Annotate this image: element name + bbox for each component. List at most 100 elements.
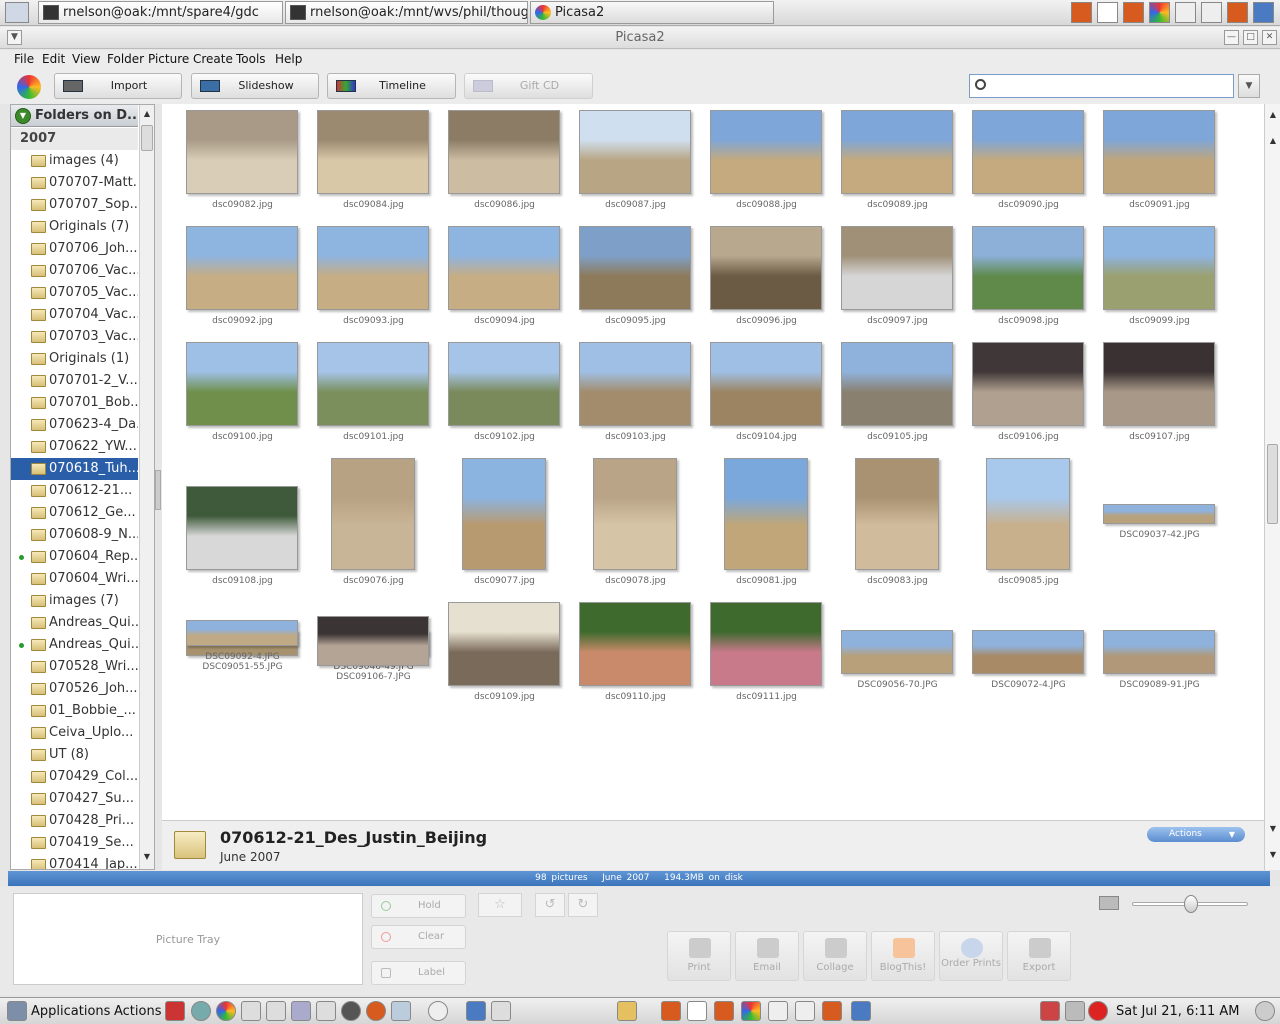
photo-thumbnail[interactable]: [1103, 630, 1215, 674]
photo-thumbnail[interactable]: [841, 226, 953, 310]
panel-splitter-handle[interactable]: [155, 470, 161, 510]
firefox-icon[interactable]: [661, 1001, 681, 1021]
firefox-icon[interactable]: [1071, 2, 1092, 23]
launcher-icon[interactable]: [391, 1001, 411, 1021]
scroll-down-icon[interactable]: ▼: [1267, 822, 1279, 836]
import-button[interactable]: Import: [54, 73, 182, 99]
folder-item[interactable]: 070706_Joh...: [11, 238, 138, 260]
folder-item[interactable]: 070608-9_N...: [11, 524, 138, 546]
export-button[interactable]: Export: [1007, 931, 1071, 981]
tray-icon[interactable]: [1040, 1001, 1060, 1021]
photo-thumbnail[interactable]: [186, 620, 298, 646]
photo-thumbnail[interactable]: [317, 342, 429, 426]
folder-item[interactable]: 070622_YW...: [11, 436, 138, 458]
menu-create[interactable]: Create: [193, 52, 233, 66]
window-list-icon[interactable]: [795, 1001, 815, 1021]
firefox-icon[interactable]: [366, 1001, 386, 1021]
photo-thumbnail[interactable]: [972, 110, 1084, 194]
folder-item[interactable]: 070707-Matt...: [11, 172, 138, 194]
window-list-icon[interactable]: [1201, 2, 1222, 23]
timeline-button[interactable]: Timeline: [327, 73, 456, 99]
rotate-left-button[interactable]: ↺: [535, 893, 565, 917]
photo-thumbnail[interactable]: [972, 630, 1084, 674]
search-input[interactable]: [969, 74, 1234, 98]
folder-item[interactable]: 01_Bobbie_...: [11, 700, 138, 722]
photo-thumbnail[interactable]: [448, 226, 560, 310]
photo-thumbnail[interactable]: [448, 342, 560, 426]
launcher-icon[interactable]: [266, 1001, 286, 1021]
search-dropdown-button[interactable]: ▼: [1238, 74, 1260, 98]
menu-edit[interactable]: Edit: [42, 52, 65, 66]
slider-knob[interactable]: [1184, 895, 1198, 913]
collage-button[interactable]: Collage: [803, 931, 867, 981]
folder-item[interactable]: 070528_Wri...: [11, 656, 138, 678]
photo-thumbnail[interactable]: [317, 226, 429, 310]
scroll-down-icon[interactable]: ▼: [1267, 848, 1279, 862]
folder-item[interactable]: images (4): [11, 150, 138, 172]
task-picasa[interactable]: Picasa2: [530, 1, 774, 24]
photo-thumbnail[interactable]: [1103, 342, 1215, 426]
photo-thumbnail[interactable]: [710, 602, 822, 686]
folder-item[interactable]: 070704_Vac...: [11, 304, 138, 326]
launcher-icon[interactable]: [191, 1001, 211, 1021]
actions-menu[interactable]: Actions: [114, 1004, 162, 1019]
photo-thumbnail[interactable]: [710, 342, 822, 426]
window-menu-icon[interactable]: ▼: [7, 30, 22, 45]
photo-thumbnail[interactable]: [317, 616, 429, 666]
scrollbar-thumb[interactable]: [1267, 444, 1278, 524]
photo-grid-scrollbar[interactable]: ▲ ▲ ▼ ▼: [1264, 104, 1280, 870]
menu-tools[interactable]: Tools: [236, 52, 266, 66]
menu-folder[interactable]: Folder: [107, 52, 144, 66]
photo-thumbnail[interactable]: [710, 226, 822, 310]
clock[interactable]: Sat Jul 21, 6:11 AM: [1116, 1004, 1240, 1019]
menu-picture[interactable]: Picture: [148, 52, 189, 66]
photo-thumbnail[interactable]: [462, 458, 546, 570]
blogthis-button[interactable]: BlogThis!: [871, 931, 935, 981]
gnome-foot-icon[interactable]: [7, 1001, 27, 1021]
folder-item[interactable]: 070526_Joh...: [11, 678, 138, 700]
picasa-icon[interactable]: [216, 1001, 236, 1021]
photo-thumbnail[interactable]: [841, 110, 953, 194]
photo-thumbnail[interactable]: [317, 110, 429, 194]
folder-item[interactable]: 070706_Vac...: [11, 260, 138, 282]
folder-list-scrollbar[interactable]: ▲ ▼: [139, 105, 154, 869]
document-icon[interactable]: [1097, 2, 1118, 23]
photo-thumbnail[interactable]: [841, 630, 953, 674]
folder-item[interactable]: 070612-21...: [11, 480, 138, 502]
folder-item[interactable]: 070705_Vac...: [11, 282, 138, 304]
folder-item[interactable]: Ceiva_Uplo...: [11, 722, 138, 744]
folder-item[interactable]: Originals (7): [11, 216, 138, 238]
photo-thumbnail[interactable]: [593, 458, 677, 570]
network-icon[interactable]: [1065, 1001, 1085, 1021]
photo-thumbnail[interactable]: [855, 458, 939, 570]
folder-item[interactable]: 070419_Se...: [11, 832, 138, 854]
folder-item[interactable]: Originals (1): [11, 348, 138, 370]
picasa-icon[interactable]: [1149, 2, 1170, 23]
clear-button[interactable]: Clear: [371, 925, 466, 949]
folder-item[interactable]: 070428_Pri...: [11, 810, 138, 832]
alert-icon[interactable]: [1088, 1001, 1108, 1021]
order-prints-button[interactable]: Order Prints: [939, 931, 1003, 981]
photo-thumbnail[interactable]: [1103, 226, 1215, 310]
folder-item[interactable]: images (7): [11, 590, 138, 612]
task-terminal-1[interactable]: rnelson@oak:/mnt/spare4/gdc: [38, 1, 283, 24]
folder-item[interactable]: 070427_Su...: [11, 788, 138, 810]
launcher-icon[interactable]: [466, 1001, 486, 1021]
applications-menu[interactable]: Applications: [31, 1004, 110, 1019]
photo-thumbnail[interactable]: [448, 110, 560, 194]
workspace-switcher-icon[interactable]: [5, 2, 29, 23]
folder-item[interactable]: 070414_Jap...: [11, 854, 138, 869]
task-terminal-2[interactable]: rnelson@oak:/mnt/wvs/phil/thoughtlet: [285, 1, 528, 24]
photo-thumbnail[interactable]: [448, 602, 560, 686]
scroll-up-icon[interactable]: ▲: [141, 107, 153, 121]
photo-thumbnail[interactable]: [186, 110, 298, 194]
launcher-icon[interactable]: [491, 1001, 511, 1021]
launcher-icon[interactable]: [241, 1001, 261, 1021]
photo-thumbnail[interactable]: [972, 226, 1084, 310]
scrollbar-thumb[interactable]: [141, 125, 153, 151]
firefox-icon[interactable]: [714, 1001, 734, 1021]
maximize-button[interactable]: □: [1243, 30, 1258, 45]
launcher-icon[interactable]: [316, 1001, 336, 1021]
volume-icon[interactable]: [1255, 1001, 1275, 1021]
firefox-icon[interactable]: [1227, 2, 1248, 23]
